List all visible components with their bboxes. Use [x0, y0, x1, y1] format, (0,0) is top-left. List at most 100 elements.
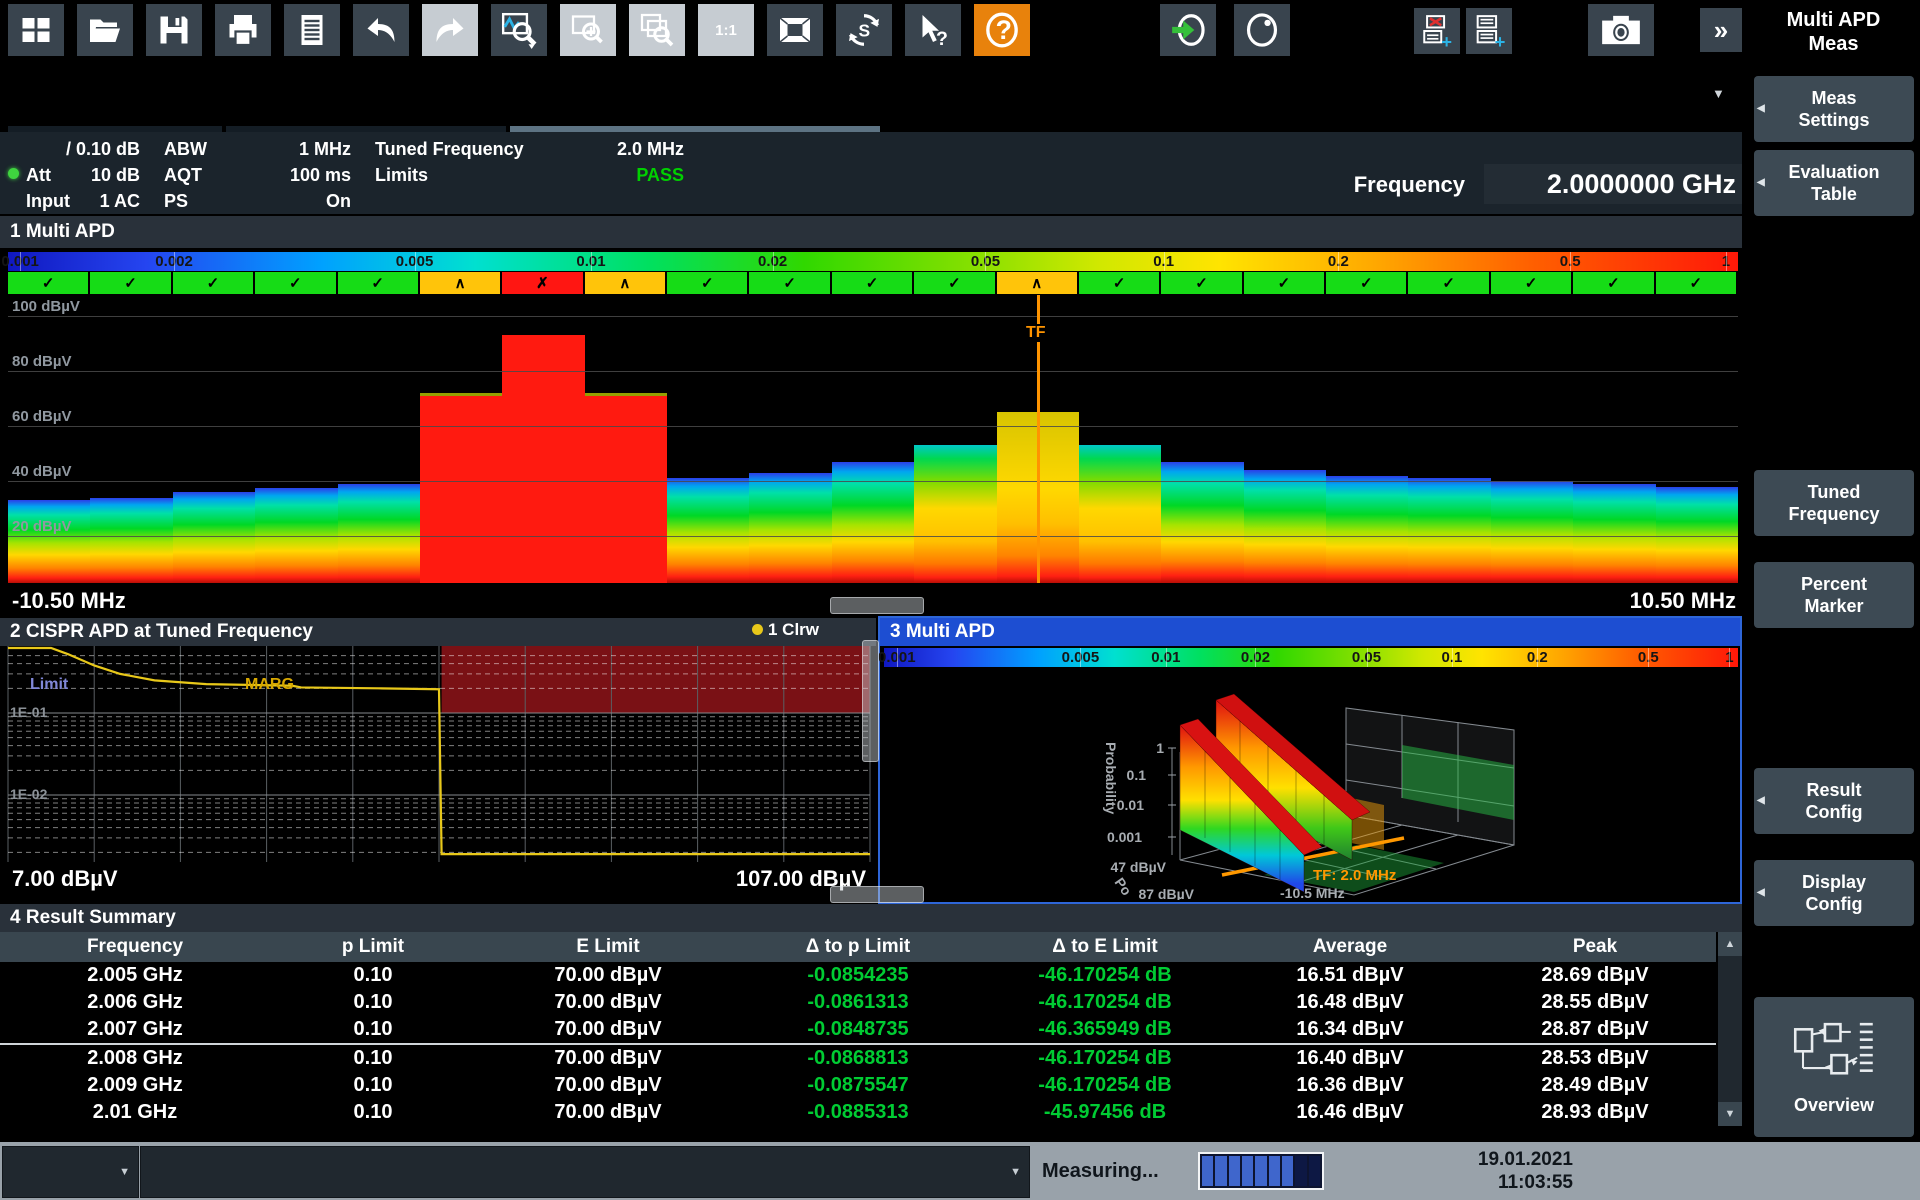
table-cell: -0.0848735 [807, 1016, 908, 1043]
svg-text:?: ? [996, 15, 1012, 45]
table-row[interactable]: 2.005 GHz0.1070.00 dBµV-0.0854235-46.170… [0, 962, 1716, 989]
zoom-1to1-button[interactable]: 1:1 [698, 4, 754, 56]
limit-cell-pass[interactable]: ✓ [8, 272, 90, 294]
window2-plot[interactable] [0, 646, 876, 862]
table-row[interactable]: 2.008 GHz0.1070.00 dBµV-0.0868813-46.170… [0, 1045, 1716, 1072]
limit-cell-pass[interactable]: ✓ [1079, 272, 1161, 294]
softkey-tuned-frequency[interactable]: TunedFrequency [1754, 470, 1914, 536]
overlap-zoom-button[interactable] [629, 4, 685, 56]
limit-cell-pass[interactable]: ✓ [1326, 272, 1408, 294]
toolbar-more-button[interactable]: » [1700, 8, 1742, 52]
apd-bin [338, 484, 420, 583]
softkey-display-config[interactable]: ◀DisplayConfig [1754, 860, 1914, 926]
settings-row: LimitsPASS [0, 162, 1742, 188]
window2-trace-legend[interactable]: 1 Clrw [752, 620, 819, 640]
limit-line-label: Limit [30, 676, 68, 694]
progress-segment [1215, 1156, 1226, 1186]
table-scrollbar[interactable]: ▲ ▼ [1718, 932, 1742, 1126]
window1-plot[interactable] [8, 295, 1738, 583]
sync-button[interactable]: S [836, 4, 892, 56]
multi-zoom-button[interactable] [560, 4, 616, 56]
frequency-field[interactable]: 2.0000000 GHz [1484, 164, 1742, 204]
context-help-button[interactable]: ? [905, 4, 961, 56]
limit-cell-pass[interactable]: ✓ [1491, 272, 1573, 294]
scale-tick [1537, 648, 1538, 667]
limit-cell-pass[interactable]: ✓ [749, 272, 831, 294]
report-button[interactable] [284, 4, 340, 56]
limit-cell-pass[interactable]: ✓ [667, 272, 749, 294]
scale-tick [1338, 252, 1339, 271]
scroll-up-button[interactable]: ▲ [1718, 932, 1742, 956]
setting-value[interactable]: 2.0 MHz [544, 136, 684, 162]
status-dropdown-wide[interactable]: ▼ [140, 1146, 1030, 1198]
tab-dropdown-icon[interactable]: ▼ [1712, 86, 1725, 101]
splitter-handle-top[interactable] [830, 597, 924, 614]
softkey-overview[interactable]: Overview [1754, 997, 1914, 1137]
limit-cell-pass[interactable]: ✓ [173, 272, 255, 294]
table-column-header: Peak [1573, 932, 1617, 962]
limit-cell-check[interactable]: ∧ [997, 272, 1079, 294]
window2-titlebar[interactable]: 2 CISPR APD at Tuned Frequency [0, 618, 876, 646]
scroll-down-button[interactable]: ▼ [1718, 1102, 1742, 1126]
setting-value[interactable]: PASS [544, 162, 684, 188]
softkey-evaluation-table[interactable]: ◀EvaluationTable [1754, 150, 1914, 216]
limit-cell-pass[interactable]: ✓ [1573, 272, 1655, 294]
setting-value[interactable]: On [231, 188, 351, 214]
scale-tick [1080, 648, 1081, 667]
window3-titlebar[interactable]: 3 Multi APD [880, 618, 1740, 646]
measuring-status-label: Measuring... [1042, 1160, 1159, 1183]
table-row[interactable]: 2.007 GHz0.1070.00 dBµV-0.0848735-46.365… [0, 1016, 1716, 1043]
scale-tick [1726, 252, 1727, 271]
display-frame-button[interactable] [767, 4, 823, 56]
limit-cell-pass[interactable]: ✓ [1161, 272, 1243, 294]
table-row[interactable]: 2.009 GHz0.1070.00 dBµV-0.0875547-46.170… [0, 1072, 1716, 1099]
limit-cell-pass[interactable]: ✓ [1656, 272, 1738, 294]
softkey-meas-settings[interactable]: ◀MeasSettings [1754, 76, 1914, 142]
screenshot-button[interactable] [1588, 4, 1654, 56]
splitter-handle-vertical[interactable] [862, 640, 879, 762]
undo-button[interactable] [353, 4, 409, 56]
save-button[interactable] [146, 4, 202, 56]
limit-cell-pass[interactable]: ✓ [90, 272, 172, 294]
splitter-handle-bottom[interactable] [830, 886, 924, 903]
redo-button[interactable] [422, 4, 478, 56]
print-button[interactable] [215, 4, 271, 56]
limit-cell-fail[interactable]: ✗ [502, 272, 584, 294]
softkey-panel: Multi APD Meas ◀MeasSettings◀EvaluationT… [1747, 0, 1920, 1142]
help-button[interactable]: ? [974, 4, 1030, 56]
limit-cell-check[interactable]: ∧ [585, 272, 667, 294]
window3-3d-plot[interactable]: 1 0.1 0.01 0.001 47 dBµV 87 dBµV Probabi… [884, 670, 1738, 900]
status-dropdown-small[interactable]: ▼ [2, 1146, 139, 1198]
window1-titlebar[interactable]: 1 Multi APD [0, 216, 1742, 248]
settings-row: Tuned Frequency2.0 MHz [0, 136, 1742, 162]
delete-window-button[interactable]: + [1414, 8, 1460, 54]
scale-tick [1367, 648, 1368, 667]
home-button[interactable] [8, 4, 64, 56]
progress-segment [1269, 1156, 1280, 1186]
limit-cell-pass[interactable]: ✓ [338, 272, 420, 294]
window4-titlebar[interactable]: 4 Result Summary [0, 904, 1742, 932]
level-low-label: 47 dBµV [1110, 859, 1166, 875]
open-button[interactable] [77, 4, 133, 56]
limit-cell-pass[interactable]: ✓ [1408, 272, 1490, 294]
table-row[interactable]: 2.006 GHz0.1070.00 dBµV-0.0861313-46.170… [0, 989, 1716, 1016]
margin-label: MARG [245, 676, 294, 694]
window1-limit-cells: ✓✓✓✓✓∧✗∧✓✓✓✓∧✓✓✓✓✓✓✓✓ [8, 272, 1738, 294]
table-cell: 2.007 GHz [87, 1016, 183, 1043]
softkey-percent-marker[interactable]: PercentMarker [1754, 562, 1914, 628]
table-column-header: Δ to E Limit [1052, 932, 1157, 962]
limit-cell-pass[interactable]: ✓ [255, 272, 337, 294]
limit-cell-pass[interactable]: ✓ [914, 272, 996, 294]
input-signal-button[interactable] [1160, 4, 1216, 56]
sync-s-icon: S [845, 11, 883, 49]
add-window-button[interactable]: + [1466, 8, 1512, 54]
limit-cell-pass[interactable]: ✓ [1244, 272, 1326, 294]
progress-segment [1229, 1156, 1240, 1186]
limit-cell-pass[interactable]: ✓ [832, 272, 914, 294]
limit-cell-check[interactable]: ∧ [420, 272, 502, 294]
knob-button[interactable] [1234, 4, 1290, 56]
table-row[interactable]: 2.01 GHz0.1070.00 dBµV-0.0885313-45.9745… [0, 1099, 1716, 1126]
table-cell: 70.00 dBµV [554, 962, 661, 989]
softkey-result-config[interactable]: ◀ResultConfig [1754, 768, 1914, 834]
zoom-trace-button[interactable] [491, 4, 547, 56]
